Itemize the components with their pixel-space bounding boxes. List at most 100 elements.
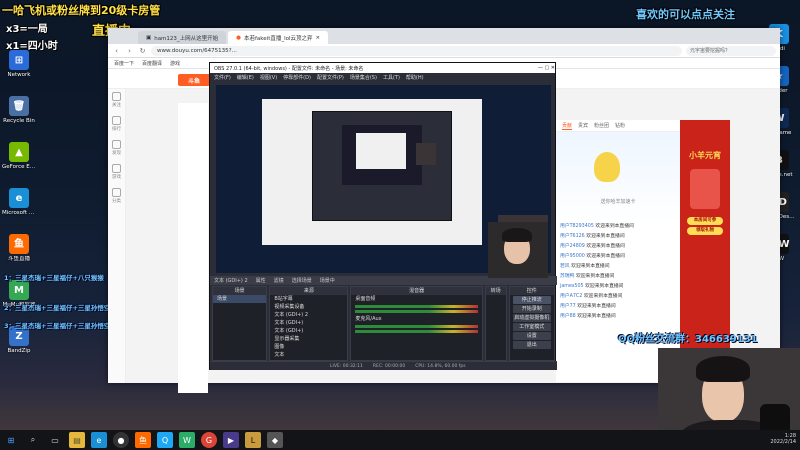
sidebar-item-category[interactable]: 分类 (108, 185, 125, 209)
recycle-bin-icon: 🗑 (9, 96, 29, 116)
task-view-icon[interactable]: ▭ (47, 432, 63, 448)
source-item[interactable]: 文本 (GDI+) 2 (270, 311, 347, 319)
chat-username[interactable]: james505 (560, 284, 584, 289)
promo-button[interactable]: 本房间可参 (687, 217, 723, 225)
obs-menu-item[interactable]: 视图(V) (260, 74, 277, 81)
edge-icon[interactable]: e (91, 432, 107, 448)
bookmark-item[interactable]: 百度一下 (114, 60, 134, 67)
chat-username[interactable]: 用户24809 (560, 244, 585, 249)
chat-text: 欢迎来到本直播间 (583, 294, 623, 299)
source-item[interactable]: 显示器采集 (270, 335, 347, 343)
app-icon[interactable]: ◆ (267, 432, 283, 448)
system-tray[interactable]: 1:28 2022/2/14 (770, 433, 796, 445)
obs-menu-item[interactable]: 编辑(E) (237, 74, 254, 81)
desktop-icon-label: GeForce Experience (2, 164, 36, 170)
bookmark-item[interactable]: 百度翻译 (142, 60, 162, 67)
dock-controls: 控件 停止推流 开始录制 启动虚拟摄像机 工作室模式 设置 退出 (508, 286, 555, 361)
bookmark-item[interactable]: 游戏 (170, 60, 180, 67)
obs-control-button[interactable]: 退出 (512, 341, 551, 349)
forward-icon[interactable]: › (125, 46, 134, 55)
sidebar-item-games[interactable]: 游戏 (108, 161, 125, 185)
obs-menu-item[interactable]: 场景集合(S) (350, 74, 377, 81)
chat-username[interactable]: 用户T6126 (560, 234, 585, 239)
browser-search-input[interactable]: 元宇宙要挖掘吗？ (686, 45, 776, 56)
obs-menu-item[interactable]: 帮助(H) (406, 74, 424, 81)
chat-tab[interactable]: 粉丝团 (594, 122, 609, 129)
window-controls[interactable]: — ▢ ✕ (538, 65, 555, 71)
chat-tab[interactable]: 钻粉 (615, 122, 625, 129)
overlay-rules-title: 一哈飞机或粉丝牌到20级卡房管 (2, 4, 161, 17)
chrome-icon[interactable]: G (201, 432, 217, 448)
chat-username[interactable]: 苏瑞鸭 (560, 274, 574, 279)
obs-menu-item[interactable]: 停靠部件(D) (283, 74, 311, 81)
chat-message: 用户88 欢迎来到本直播间 (556, 312, 680, 322)
source-toolbar-item[interactable]: 滤镜 (274, 277, 284, 284)
obs-menu-item[interactable]: 文件(F) (214, 74, 231, 81)
league-icon[interactable]: L (245, 432, 261, 448)
source-toolbar-item[interactable]: 选择场景 (292, 277, 312, 284)
chat-username[interactable]: 用户88 (560, 314, 576, 319)
desktop-icon-1[interactable]: 🗑 Recycle Bin (2, 96, 36, 124)
douyu-logo[interactable]: 斗鱼 (178, 74, 210, 86)
tab-favicon-icon: ▣ (146, 34, 152, 41)
qq-icon[interactable]: Q (157, 432, 173, 448)
refresh-icon[interactable]: ↻ (138, 46, 147, 55)
obs-window: OBS 27.0.1 (64-bit, windows) - 配置文件: 未命名… (209, 62, 557, 370)
mixer-channel-label: 麦克风/Aux (355, 316, 382, 322)
chat-username[interactable]: 用户A7C2 (560, 294, 582, 299)
overlay-note-one: 1：三星杰瑞+三星福仔+八只猴猴 (4, 274, 104, 282)
game-icon[interactable]: ▶ (223, 432, 239, 448)
chat-tab[interactable]: 贵宾 (578, 122, 588, 129)
source-toolbar-item[interactable]: 文本 (GDI+) 2 (214, 277, 248, 284)
chat-username[interactable]: 用户T8293405 (560, 224, 594, 229)
obs-control-button[interactable]: 工作室模式 (512, 323, 551, 331)
chat-username[interactable]: 若风 (560, 264, 570, 269)
obs-docks: 场景 场景 来源 B站字幕 视频采集设备 文本 (GDI+) 2 文本 (GDI+) 文… (210, 286, 557, 361)
obs-control-button[interactable]: 设置 (512, 332, 551, 340)
windows-start-icon[interactable]: ⊞ (3, 432, 19, 448)
source-item[interactable]: 图像 (270, 343, 347, 351)
file-explorer-icon[interactable]: ▤ (69, 432, 85, 448)
obs-menu-item[interactable]: 工具(T) (383, 74, 400, 81)
dock-sources: 来源 B站字幕 视频采集设备 文本 (GDI+) 2 文本 (GDI+) 文本 (GDI… (269, 286, 349, 361)
desktop-icon-2[interactable]: ▲ GeForce Experience (2, 142, 36, 170)
obs-control-button[interactable]: 启动虚拟摄像机 (512, 314, 551, 322)
source-item[interactable]: 文本 (270, 351, 347, 359)
chat-tab[interactable]: 贡献 (562, 122, 573, 130)
sidebar-item-rank[interactable]: 排行 (108, 113, 125, 137)
desktop-icon-4[interactable]: 鱼斗鱼直播 (2, 234, 36, 262)
sidebar-item-follow[interactable]: 关注 (108, 89, 125, 113)
source-toolbar-item[interactable]: 属性 (256, 277, 266, 284)
sidebar-item-discover[interactable]: 发现 (108, 137, 125, 161)
douyu-icon[interactable]: 鱼 (135, 432, 151, 448)
obs-title: OBS 27.0.1 (64-bit, windows) - 配置文件: 未命名… (214, 65, 364, 72)
browser-tab-douyu[interactable]: ● 本若fakeit直播_lol云顶之弈 × (228, 31, 329, 44)
obs-icon[interactable]: ● (113, 432, 129, 448)
obs-control-button[interactable]: 开始录制 (512, 305, 551, 313)
back-icon[interactable]: ‹ (112, 46, 121, 55)
source-item[interactable]: B站字幕 (270, 295, 347, 303)
source-item[interactable]: 文本 (GDI+) (270, 319, 347, 327)
browser-tab-home[interactable]: ▣ ham123_上网从这里开始 (138, 31, 227, 44)
scene-item[interactable]: 场景 (213, 295, 267, 303)
source-toolbar-item[interactable]: 场景中 (320, 277, 335, 284)
desktop-icon-0[interactable]: ⊞ Network (2, 50, 36, 78)
chat-username[interactable]: 用户95000 (560, 254, 585, 259)
obs-statusbar: LIVE: 00:32:11 REC: 00:00:00 CPU: 14.8%, 6… (210, 361, 557, 370)
desktop-icon-3[interactable]: e Microsoft Edge (2, 188, 36, 216)
obs-menu-item[interactable]: 配置文件(P) (317, 74, 344, 81)
source-item[interactable]: 视频采集设备 (270, 303, 347, 311)
desktop-icon-label: Microsoft Edge (2, 210, 36, 216)
obs-control-button[interactable]: 停止推流 (512, 296, 551, 304)
close-icon[interactable]: × (316, 35, 321, 41)
welcome-card-text: 送你哈羊加速卡 (600, 199, 636, 205)
search-icon[interactable]: ⌕ (25, 432, 41, 448)
desktop-icon-6[interactable]: Z BandZip (2, 326, 36, 354)
wechat-icon[interactable]: W (179, 432, 195, 448)
source-item[interactable]: 文本 (GDI+) (270, 327, 347, 335)
desktop-icon-label: 斗鱼直播 (7, 256, 30, 262)
douyu-sidebar: 关注 排行 发现 游戏 分类 (108, 89, 126, 383)
url-input[interactable]: www.douyu.com/6475135?... (151, 45, 682, 56)
promo-claim-button[interactable]: 领取礼物 (687, 227, 723, 235)
chat-username[interactable]: 用户77 (560, 304, 576, 309)
